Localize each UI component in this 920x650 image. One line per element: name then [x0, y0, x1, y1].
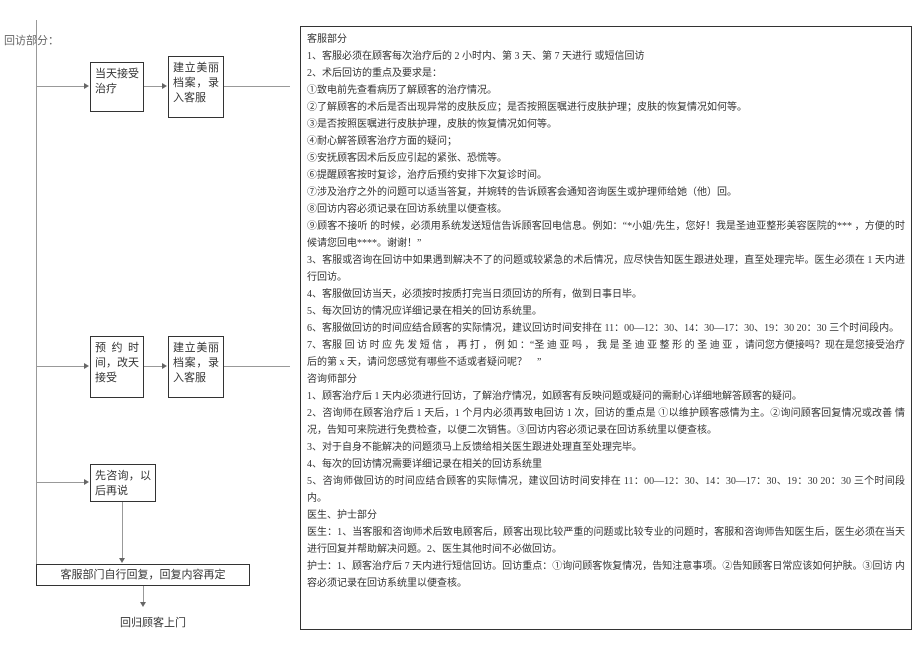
panel-p2i: ⑨顾客不接听 的时候，必须用系统发送短信告诉顾客回电信息。例如：“*小姐/先生，…: [307, 218, 905, 252]
flow-box-service-reply: 客服部门自行回复，回复内容再定: [36, 564, 250, 586]
panel-p2e: ⑤安抚顾客因术后反应引起的紧张、恐慌等。: [307, 150, 905, 167]
panel-p2: 2、术后回访的重点及要求是：: [307, 65, 905, 82]
panel-p2h: ⑧回访内容必须记录在回访系统里以便查核。: [307, 201, 905, 218]
panel-p6: 6、客服做回访的时间应结合顾客的实际情况，建议回访时间安排在 11：00—12：…: [307, 320, 905, 337]
panel-c4: 4、每次的回访情况需要详细记录在相关的回访系统里: [307, 456, 905, 473]
flow-box-reserve: 预约时间，改天接受: [90, 336, 144, 398]
page-root: 回访部分： 当天接受治疗 建立美丽 档案，录入客服 预约时间，改天接受 建立美丽…: [0, 0, 920, 650]
panel-p5: 5、每次回访的情况应详细记录在相关的回访系统里。: [307, 303, 905, 320]
panel-h1: 客服部分: [307, 31, 905, 48]
flowchart: 当天接受治疗 建立美丽 档案，录入客服 预约时间，改天接受 建立美丽 档案，录入…: [30, 20, 290, 640]
panel-c3: 3、对于自身不能解决的问题须马上反馈给相关医生跟进处理直至处理完毕。: [307, 439, 905, 456]
panel-p1: 1、客服必须在顾客每次治疗后的 2 小时内、第 3 天、第 7 天进行 或短信回…: [307, 48, 905, 65]
flow-box-archive-1: 建立美丽 档案，录入客服: [168, 56, 224, 118]
panel-p3: 3、客服或咨询在回访中如果遇到解决不了的问题或较紧急的术后情况，应尽快告知医生跟…: [307, 252, 905, 286]
panel-p4: 4、客服做回访当天，必须按时按质打完当日须回访的所有，做到日事日毕。: [307, 286, 905, 303]
flow-box-consult-later: 先咨询，以后再说: [90, 464, 156, 502]
text-panel: 客服部分 1、客服必须在顾客每次治疗后的 2 小时内、第 3 天、第 7 天进行…: [300, 26, 912, 630]
panel-c2: 2、咨询师在顾客治疗后 1 天后，1 个月内必须再致电回访 1 次，回访的重点是…: [307, 405, 905, 439]
panel-p2d: ④耐心解答顾客治疗方面的疑问；: [307, 133, 905, 150]
panel-p7: 7、客服 回 访 时 应 先 发 短 信 ， 再 打 ， 例 如 ：“圣 迪 亚…: [307, 337, 905, 371]
panel-d1: 医生：1、当客服和咨询师术后致电顾客后，顾客出现比较严重的问题或比较专业的问题时…: [307, 524, 905, 558]
panel-n1: 护士：1、顾客治疗后 7 天内进行短信回访。回访重点：①询问顾客恢复情况，告知注…: [307, 558, 905, 592]
panel-h2: 咨询师部分: [307, 371, 905, 388]
panel-c5: 5、咨询师做回访的时间应结合顾客的实际情况，建议回访时间安排在 11：00—12…: [307, 473, 905, 507]
flow-box-archive-2: 建立美丽 档案，录入客服: [168, 336, 224, 398]
panel-p2c: ③是否按照医嘱进行皮肤护理，皮肤的恢复情况如何等。: [307, 116, 905, 133]
bottom-label: 回归顾客上门: [120, 614, 186, 630]
panel-h3: 医生、护士部分: [307, 507, 905, 524]
panel-p2f: ⑥提醒顾客按时复诊，治疗后预约安排下次复诊时间。: [307, 167, 905, 184]
panel-p2g: ⑦涉及治疗之外的问题可以适当答复，并婉转的告诉顾客会通知咨询医生或护理师给她（他…: [307, 184, 905, 201]
flow-box-today-treat: 当天接受治疗: [90, 62, 144, 112]
panel-c1: 1、顾客治疗后 1 天内必须进行回访，了解治疗情况，如顾客有反映问题或疑问的需耐…: [307, 388, 905, 405]
panel-p2a: ①致电前先查看病历了解顾客的治疗情况。: [307, 82, 905, 99]
panel-p2b: ②了解顾客的术后是否出现异常的皮肤反应；是否按照医嘱进行皮肤护理；皮肤的恢复情况…: [307, 99, 905, 116]
